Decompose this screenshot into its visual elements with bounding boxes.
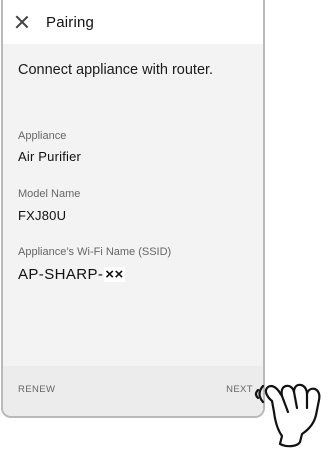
appliance-value: Air Purifier bbox=[18, 149, 82, 164]
bottom-action-bar: RENEW NEXT bbox=[3, 366, 263, 416]
page-title: Pairing bbox=[46, 13, 95, 31]
model-name-value: FXJ80U bbox=[18, 208, 67, 223]
ssid-masked-suffix: ×× bbox=[104, 266, 125, 283]
appliance-label: Appliance bbox=[18, 130, 67, 142]
app-screen: Pairing Connect appliance with router. A… bbox=[1, 0, 265, 418]
renew-button[interactable]: RENEW bbox=[18, 384, 55, 395]
ssid-label: Appliance’s Wi-Fi Name (SSID) bbox=[18, 246, 172, 258]
tapping-hand-icon bbox=[254, 383, 321, 448]
ssid-value-text: AP-SHARP- bbox=[18, 266, 104, 283]
instruction-text: Connect appliance with router. bbox=[18, 62, 214, 78]
ssid-value: AP-SHARP- ×× bbox=[18, 266, 125, 283]
model-name-label: Model Name bbox=[18, 188, 81, 200]
close-icon[interactable] bbox=[15, 15, 29, 29]
next-button[interactable]: NEXT bbox=[226, 384, 253, 395]
title-bar: Pairing bbox=[3, 0, 263, 44]
